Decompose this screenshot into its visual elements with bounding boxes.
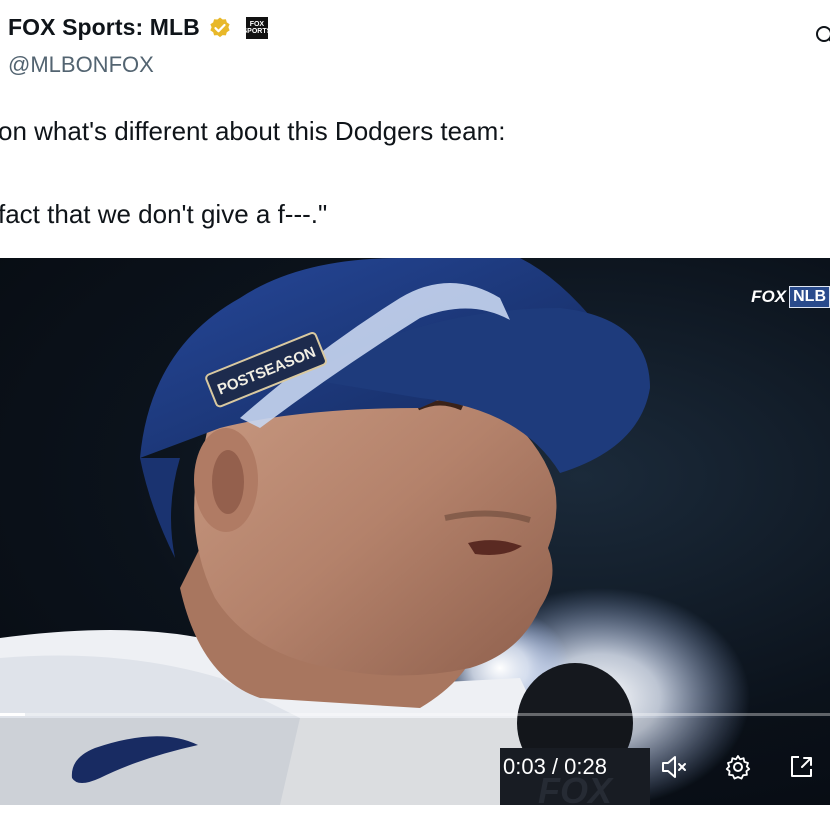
- author-display-name[interactable]: FOX Sports: MLB: [8, 14, 200, 41]
- video-progress-fill: [0, 713, 25, 716]
- tweet-text-line-2: fact that we don't give a f---.": [0, 199, 328, 229]
- video-player[interactable]: POSTSEASON FOX FOX NLB 0:03 / 0:28: [0, 258, 830, 805]
- video-time-display: 0:03 / 0:28: [503, 754, 607, 779]
- broadcast-bug: FOX NLB: [751, 286, 830, 308]
- author-handle[interactable]: @MLBONFOX: [8, 52, 154, 78]
- tweet-text-line-1: on what's different about this Dodgers t…: [0, 116, 506, 146]
- broadcast-network-logo: FOX: [751, 287, 787, 306]
- settings-button[interactable]: [723, 752, 753, 782]
- grok-icon[interactable]: [814, 24, 830, 46]
- mute-button[interactable]: [658, 752, 688, 782]
- affiliate-badge-icon[interactable]: FOX SPORTS: [243, 16, 271, 39]
- author-row: FOX Sports: MLB FOX SPORTS: [8, 14, 271, 41]
- popout-icon: [791, 756, 812, 777]
- video-frame: POSTSEASON FOX: [0, 258, 830, 805]
- video-progress-bar[interactable]: [0, 713, 830, 716]
- broadcast-league-logo: NLB: [789, 286, 830, 308]
- verified-badge-icon[interactable]: [208, 16, 232, 40]
- popout-button[interactable]: [786, 752, 816, 782]
- speaker-muted-icon: [662, 756, 686, 778]
- tweet-header: FOX Sports: MLB FOX SPORTS @MLBONFOX: [0, 0, 830, 90]
- gear-icon: [725, 755, 751, 780]
